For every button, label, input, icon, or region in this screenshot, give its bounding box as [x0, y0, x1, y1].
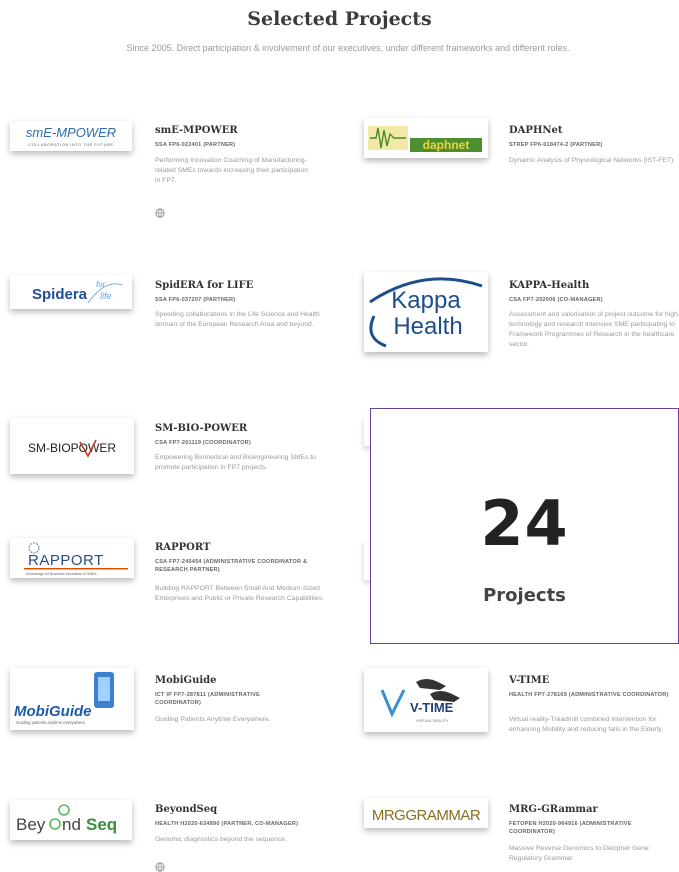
globe-icon[interactable]: [155, 208, 165, 218]
svg-text:for: for: [96, 280, 106, 289]
project-code: STREP FP6-018474-2 (PARTNER): [509, 142, 603, 148]
project-card-beyondseq: Bey nd Seq BeyondSeq HEALTH H2020-634890…: [10, 800, 340, 872]
project-card-kappa-health: Kappa Health KAPPA-Health CSA FP7-202006…: [364, 272, 679, 382]
svg-text:MRGGRAMMAR: MRGGRAMMAR: [372, 807, 481, 824]
project-name[interactable]: RAPPORT: [155, 542, 210, 553]
project-name[interactable]: BeyondSeq: [155, 804, 217, 815]
sme-mpower-logo[interactable]: smE-MPOWER COLLABORATION INTO THE FUTURE: [10, 121, 132, 151]
beyondseq-logo-image: Bey nd Seq: [16, 804, 117, 834]
mrg-grammar-logo-image: MRGGRAMMAR: [372, 807, 481, 824]
project-code: SSA FP6-022401 (PARTNER): [155, 142, 236, 148]
v-time-logo-image: V-TIME VIRTUAL REALITY: [380, 679, 460, 723]
spidera-logo[interactable]: Spidera for life: [10, 275, 132, 309]
project-name[interactable]: SpidERA for LIFE: [155, 280, 253, 291]
project-code: ICT IP FP7-287811 (ADMINISTRATIVE COORDI…: [155, 692, 260, 706]
project-code: CSA FP7-201119 (COORDINATOR): [155, 440, 251, 446]
mobiguide-logo-image: MobiGuide Guiding patients anytime every…: [14, 672, 114, 725]
project-name[interactable]: V-TIME: [509, 675, 549, 686]
svg-text:V-TIME: V-TIME: [410, 700, 454, 715]
project-code: FETOPEN H2020-964916 (ADMINISTRATIVE COO…: [509, 821, 632, 835]
daphnet-logo[interactable]: daphnet: [364, 118, 488, 158]
project-card-mrg-grammar: MRGGRAMMAR MRG-GRammar FETOPEN H2020-964…: [364, 798, 679, 871]
daphnet-logo-image: daphnet: [368, 126, 482, 152]
project-card-daphnet: daphnet DAPHNet STREP FP6-018474-2 (PART…: [364, 118, 679, 198]
svg-text:Bey: Bey: [16, 815, 46, 834]
project-description: Building RAPPORT Between Small And Mediu…: [155, 585, 324, 602]
project-description: Performing Innovation Coaching of Manufa…: [155, 157, 309, 184]
project-name[interactable]: MobiGuide: [155, 675, 217, 686]
spidera-logo-image: Spidera for life: [32, 280, 123, 304]
svg-text:COLLABORATION INTO THE FUTURE: COLLABORATION INTO THE FUTURE: [28, 142, 113, 147]
page-subtitle: Since 2005. Direct participation & invol…: [126, 43, 570, 53]
project-description: Empowering Biomedical and Bioengineering…: [155, 454, 316, 471]
v-time-logo[interactable]: V-TIME VIRTUAL REALITY: [364, 668, 488, 732]
page-title: Selected Projects: [247, 8, 432, 30]
beyondseq-logo[interactable]: Bey nd Seq: [10, 800, 132, 840]
project-card-mobiguide: MobiGuide Guiding patients anytime every…: [10, 668, 340, 758]
project-card-sm-bio-power: SM-BIOPOWER SM-BIO-POWER CSA FP7-201119 …: [10, 418, 330, 498]
project-description: Dynamic Analysis of Physiological Networ…: [509, 157, 676, 164]
project-card-rapport: RAPPORT Knowledge for Business Innovatio…: [10, 538, 340, 618]
svg-text:Seq: Seq: [86, 815, 117, 834]
kappa-health-logo[interactable]: Kappa Health: [364, 272, 488, 352]
kappa-health-logo-image: Kappa Health: [369, 277, 483, 348]
svg-text:SM-BIOPOWER: SM-BIOPOWER: [28, 441, 116, 455]
project-code: CSA FP7-202006 (CO-MANAGER): [509, 297, 603, 303]
svg-text:Health: Health: [393, 313, 462, 340]
project-description: Speeding collaborations in the Life Scie…: [155, 311, 320, 328]
project-description: Genomic diagnostics beyond the sequence.: [155, 836, 287, 843]
sm-bio-power-logo-image: SM-BIOPOWER: [28, 439, 116, 458]
svg-text:Knowledge for Business Innovat: Knowledge for Business Innovation in SME…: [26, 572, 97, 576]
projects-count-number: 24: [480, 487, 569, 560]
project-name[interactable]: SM-BIO-POWER: [155, 423, 247, 434]
svg-text:VIRTUAL REALITY: VIRTUAL REALITY: [416, 719, 449, 723]
mobiguide-logo[interactable]: MobiGuide Guiding patients anytime every…: [10, 668, 134, 730]
svg-text:smE-MPOWER: smE-MPOWER: [26, 125, 116, 140]
svg-text:Kappa: Kappa: [391, 287, 461, 314]
project-description: Assessment and valorisation of project o…: [509, 311, 678, 348]
project-code: HEALTH H2020-634890 (PARTNER, CO-MANAGER…: [155, 821, 299, 827]
project-name[interactable]: MRG-GRammar: [509, 804, 598, 815]
project-name[interactable]: KAPPA-Health: [509, 280, 589, 291]
svg-text:RAPPORT: RAPPORT: [28, 552, 104, 569]
sme-mpower-logo-image: smE-MPOWER COLLABORATION INTO THE FUTURE: [26, 125, 116, 147]
project-description: Guiding Patients Anytime Everywhere.: [155, 716, 271, 723]
project-description: Virtual reality-Treadmill combined inter…: [509, 716, 664, 733]
rapport-logo[interactable]: RAPPORT Knowledge for Business Innovatio…: [10, 538, 134, 578]
svg-text:life: life: [100, 291, 112, 301]
project-card-spidera: Spidera for life SpidERA for LIFE SSA FP…: [10, 275, 330, 355]
rapport-logo-image: RAPPORT Knowledge for Business Innovatio…: [24, 542, 128, 576]
svg-text:MobiGuide: MobiGuide: [14, 703, 92, 720]
project-card-v-time: V-TIME VIRTUAL REALITY V-TIME HEALTH FP7…: [364, 668, 679, 758]
project-name[interactable]: smE-MPOWER: [155, 125, 238, 136]
projects-count-box: 24 Projects: [370, 408, 679, 644]
svg-text:Spidera: Spidera: [32, 286, 88, 303]
svg-text:daphnet: daphnet: [423, 138, 470, 152]
svg-text:Guiding patients anytime every: Guiding patients anytime everywhere: [16, 720, 86, 725]
project-code: SSA FP6-037207 (PARTNER): [155, 297, 236, 303]
mrg-grammar-logo[interactable]: MRGGRAMMAR: [364, 798, 488, 828]
projects-count-label: Projects: [483, 585, 566, 606]
svg-text:nd: nd: [62, 815, 81, 834]
project-name[interactable]: DAPHNet: [509, 125, 563, 136]
project-code: HEALTH FP7-278169 (ADMINISTRATIVE COORDI…: [509, 692, 669, 698]
project-description: Massive Reverse Genomics to Decipher Gen…: [509, 845, 649, 862]
project-card-sme-mpower: smE-MPOWER COLLABORATION INTO THE FUTURE…: [10, 118, 330, 228]
sm-bio-power-logo[interactable]: SM-BIOPOWER: [10, 418, 134, 474]
project-code: CSA FP7-245454 (ADMINISTRATIVE COORDINAT…: [155, 559, 308, 573]
